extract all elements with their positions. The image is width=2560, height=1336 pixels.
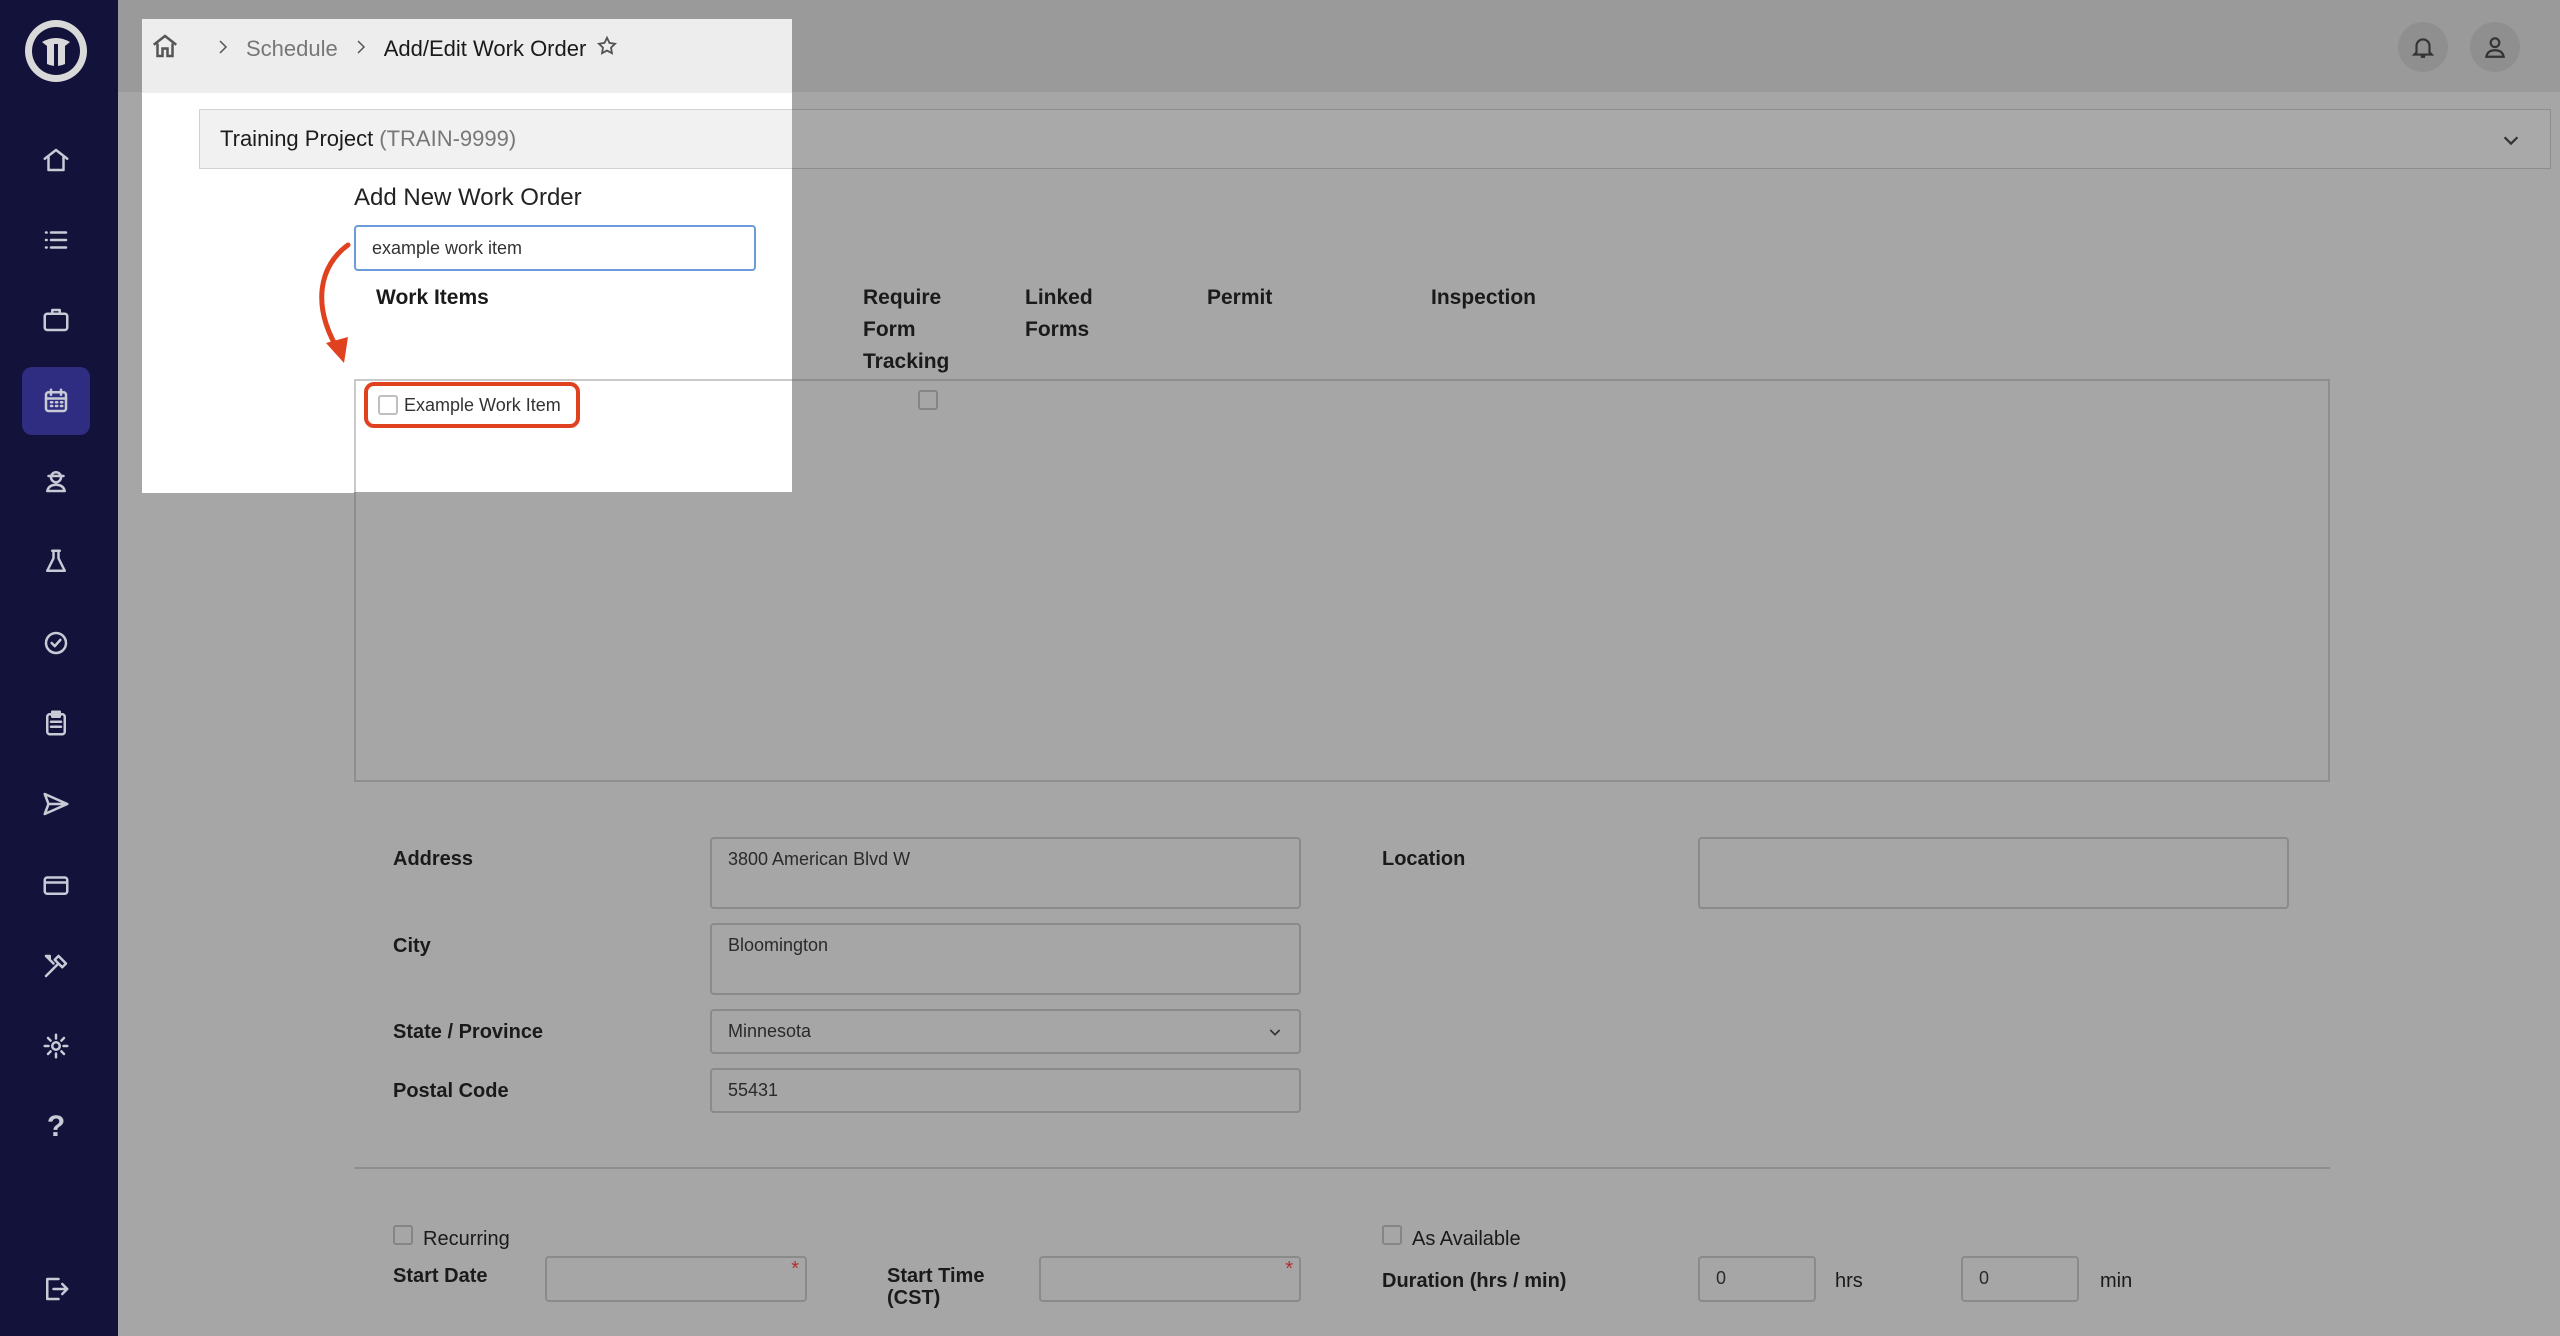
- city-label: City: [393, 935, 431, 957]
- project-label[interactable]: Training Project (TRAIN-9999): [199, 109, 792, 169]
- hours-unit: hrs: [1835, 1270, 1863, 1292]
- work-item-search-input[interactable]: [354, 225, 756, 271]
- nav-worker-icon[interactable]: [22, 447, 90, 515]
- breadcrumb-schedule[interactable]: Schedule: [246, 36, 338, 62]
- bell-icon[interactable]: [2398, 22, 2448, 72]
- city-field[interactable]: Bloomington: [710, 923, 1301, 995]
- header-permit: Permit: [1207, 286, 1273, 309]
- duration-minutes-field[interactable]: 0: [1961, 1256, 2079, 1302]
- start-time-field[interactable]: *: [1039, 1256, 1301, 1302]
- breadcrumb-chevron-icon: [352, 36, 370, 62]
- app-logo[interactable]: [25, 20, 87, 82]
- recurring-checkbox[interactable]: [393, 1225, 413, 1245]
- sidebar: ?: [0, 0, 118, 1336]
- home-icon[interactable]: [150, 31, 180, 67]
- nav-flask-icon[interactable]: [22, 528, 90, 596]
- required-asterisk-icon: *: [1285, 1258, 1293, 1280]
- nav-list-icon[interactable]: [22, 206, 90, 274]
- as-available-checkbox[interactable]: [1382, 1225, 1402, 1245]
- duration-label: Duration (hrs / min): [1382, 1270, 1567, 1292]
- work-item-label: Example Work Item: [404, 394, 561, 415]
- nav-home-icon[interactable]: [22, 126, 90, 194]
- duration-hours-field[interactable]: 0: [1698, 1256, 1816, 1302]
- nav-send-icon[interactable]: [22, 770, 90, 838]
- as-available-label: As Available: [1412, 1228, 1521, 1250]
- nav-settings-icon[interactable]: [22, 1012, 90, 1080]
- nav-badge-check-icon[interactable]: [22, 609, 90, 677]
- project-name: Training Project: [220, 126, 374, 151]
- header-require-form-tracking: Require Form Tracking: [863, 286, 950, 373]
- header-work-items: Work Items: [376, 286, 489, 309]
- nav-calendar-icon[interactable]: [22, 367, 90, 435]
- nav-clipboard-icon[interactable]: [22, 689, 90, 757]
- breadcrumb: Schedule Add/Edit Work Order: [142, 19, 792, 93]
- location-field[interactable]: [1698, 837, 2289, 909]
- header-inspection: Inspection: [1431, 286, 1537, 309]
- header-linked-forms: Linked Forms: [1025, 286, 1093, 341]
- minutes-unit: min: [2100, 1270, 2133, 1292]
- state-value: Minnesota: [728, 1021, 812, 1041]
- address-label: Address: [393, 848, 474, 870]
- star-icon[interactable]: [596, 35, 618, 63]
- postal-code-field[interactable]: 55431: [710, 1068, 1301, 1113]
- form-title: Add New Work Order: [354, 184, 582, 211]
- location-label: Location: [1382, 848, 1466, 870]
- postal-code-label: Postal Code: [393, 1080, 509, 1102]
- state-label: State / Province: [393, 1021, 544, 1043]
- nav-logout-icon[interactable]: [22, 1255, 90, 1323]
- require-form-tracking-checkbox[interactable]: [918, 390, 938, 410]
- section-divider: [354, 1167, 2330, 1169]
- chevron-down-icon: [2500, 129, 2522, 156]
- start-date-label: Start Date: [393, 1265, 488, 1287]
- nav-briefcase-icon[interactable]: [22, 286, 90, 354]
- project-code: (TRAIN-9999): [379, 126, 517, 151]
- breadcrumb-current: Add/Edit Work Order: [383, 36, 587, 61]
- recurring-label: Recurring: [423, 1228, 510, 1250]
- work-item-row[interactable]: Example Work Item: [364, 382, 580, 428]
- required-asterisk-icon: *: [791, 1258, 799, 1280]
- breadcrumb-chevron-icon: [214, 36, 232, 62]
- address-field[interactable]: 3800 American Blvd W: [710, 837, 1301, 909]
- state-select[interactable]: Minnesota: [710, 1009, 1301, 1054]
- nav-tools-icon[interactable]: [22, 932, 90, 1000]
- chevron-down-icon: [1269, 1028, 1281, 1036]
- start-time-label: Start Time (CST): [887, 1265, 985, 1309]
- nav-card-icon[interactable]: [22, 851, 90, 919]
- user-icon[interactable]: [2470, 22, 2520, 72]
- work-item-checkbox[interactable]: [378, 395, 398, 415]
- annotation-arrow-icon: [319, 242, 351, 363]
- nav-help-icon[interactable]: ?: [22, 1093, 90, 1161]
- start-date-field[interactable]: *: [545, 1256, 807, 1302]
